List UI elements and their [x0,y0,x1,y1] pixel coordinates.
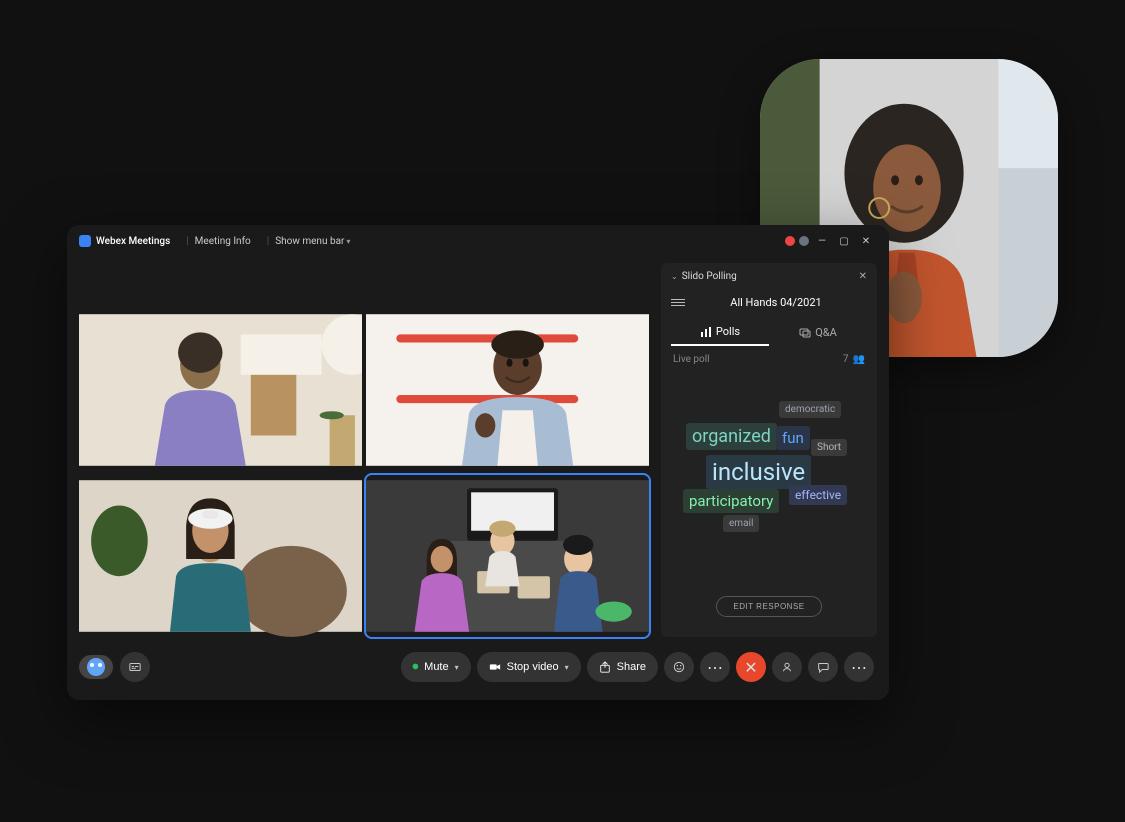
ellipsis-icon: ⋯ [851,658,867,677]
webex-meeting-window: Webex Meetings | Meeting Info | Show men… [67,225,889,700]
microphone-icon: ⏺ [413,661,419,674]
participants-button[interactable] [772,652,802,682]
meeting-info-link[interactable]: Meeting Info [195,236,251,247]
participant-tile[interactable] [79,309,362,471]
participant-tile[interactable] [79,475,362,637]
panel-options-button[interactable]: ⋯ [844,652,874,682]
close-icon: ✕ [744,658,757,677]
word-cloud-term: organized [686,423,777,450]
app-name: Webex Meetings [96,236,170,247]
share-button[interactable]: Share [587,652,658,682]
end-call-button[interactable]: ✕ [736,652,766,682]
meeting-controls: ⏺ Mute ▾ Stop video ▾ Share ⋯ ✕ [67,643,889,691]
edit-response-button[interactable]: EDIT RESPONSE [716,596,821,617]
tab-polls[interactable]: Polls [671,319,769,346]
assistant-bot-icon [87,658,105,676]
word-cloud-term: fun [776,426,810,450]
close-button[interactable]: ✕ [855,230,877,252]
word-cloud-term: Short [811,439,847,456]
tab-qa[interactable]: Q&A [769,319,867,346]
camera-icon [489,661,501,673]
webex-logo-icon [79,235,91,247]
word-cloud-term: inclusive [706,455,811,489]
captions-icon [129,661,141,673]
smiley-icon [673,661,685,673]
ellipsis-icon: ⋯ [707,658,723,677]
participant-tile-active[interactable] [366,475,649,637]
word-cloud-term: democratic [779,401,841,418]
chevron-down-icon[interactable]: ⌄ [671,272,678,281]
more-options-button[interactable]: ⋯ [700,652,730,682]
chat-icon [817,661,829,673]
minimize-button[interactable]: — [811,230,833,252]
captions-button[interactable] [120,652,150,682]
word-cloud-term: effective [789,485,847,505]
event-title: All Hands 04/2021 [685,296,867,309]
slido-panel: ⌄ Slido Polling ✕ All Hands 04/2021 Poll… [661,263,877,637]
hamburger-icon[interactable] [671,299,685,306]
chevron-down-icon: ▾ [455,663,459,672]
close-panel-icon[interactable]: ✕ [859,271,867,282]
participant-tile[interactable] [366,309,649,471]
word-cloud-term: participatory [683,489,779,513]
show-menu-bar-link[interactable]: Show menu bar▾ [275,236,350,247]
panel-header-title: Slido Polling [682,271,737,282]
maximize-button[interactable]: ▢ [833,230,855,252]
response-count: 7 [843,354,849,365]
chevron-down-icon: ▾ [565,663,569,672]
live-poll-label: Live poll [673,354,710,365]
stop-video-button[interactable]: Stop video ▾ [477,652,581,682]
people-icon: 👥 [853,354,865,365]
title-bar: Webex Meetings | Meeting Info | Show men… [67,225,889,257]
assistant-button[interactable] [79,655,113,679]
chat-button[interactable] [808,652,838,682]
chevron-down-icon: ▾ [346,237,350,246]
polls-icon [700,326,712,338]
record-indicator-icon [785,236,795,246]
share-icon [599,661,611,673]
qa-icon [799,327,811,339]
word-cloud-term: email [723,515,759,532]
person-icon [781,661,793,673]
video-grid [79,309,649,637]
status-dot-icon [799,236,809,246]
mute-button[interactable]: ⏺ Mute ▾ [401,652,471,682]
word-cloud: democraticorganizedfunShortinclusivepart… [661,373,877,588]
reactions-button[interactable] [664,652,694,682]
